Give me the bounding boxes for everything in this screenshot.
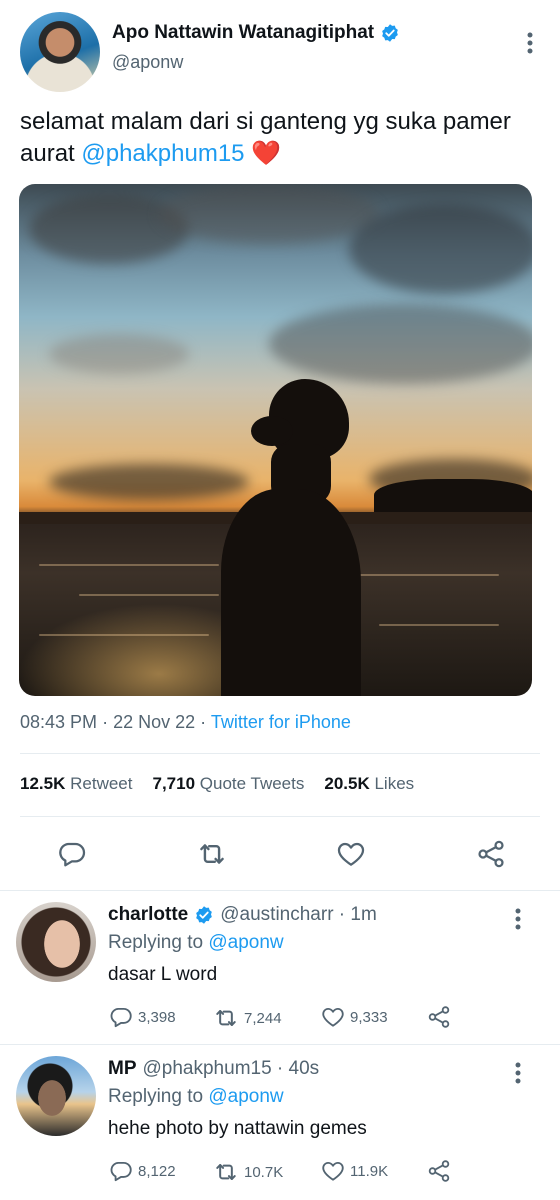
reply-text: dasar L word [108,964,218,985]
quotes-stat[interactable]: 7,710 Quote Tweets [152,774,304,794]
tweet-source-link[interactable]: Twitter for iPhone [211,712,351,732]
share-icon [428,1006,450,1028]
author-avatar[interactable] [20,12,100,92]
tweet-meta: 08:43 PM · 22 Nov 22 · Twitter for iPhon… [20,712,351,733]
retweet-button[interactable]: 7,244 [212,1004,282,1032]
tweet-text: selamat malam dari si ganteng yg suka pa… [20,106,540,170]
author-handle[interactable]: @aponw [112,52,183,73]
tweet-photo[interactable] [19,184,532,696]
tweet-mention-link[interactable]: @phakphum15 [81,140,244,167]
verified-badge-icon [196,906,213,924]
share-icon[interactable] [473,836,509,872]
verified-badge-icon [382,24,398,42]
reply-action-bar: 8,122 10.7K 11.9K [108,1158,458,1186]
retweet-icon [216,1164,236,1180]
tweet-action-bar [54,836,509,872]
reply-count: 3,398 [138,1008,176,1026]
reply-text: hehe photo by nattawin gemes [108,1118,367,1139]
tweet-stats: 12.5K Retweet 7,710 Quote Tweets 20.5K L… [20,774,414,794]
share-button[interactable] [426,1004,452,1030]
retweet-icon[interactable] [194,836,230,872]
author-name-row[interactable]: Apo Nattawin Watanagitiphat [112,22,400,44]
reply-handle-time[interactable]: @phakphum15 · 40s [143,1058,320,1080]
meta-separator: · [200,712,207,732]
reply-author-name[interactable]: MP [108,1058,137,1080]
retweet-icon [216,1010,236,1026]
reply-count: 8,122 [138,1162,176,1180]
likes-stat[interactable]: 20.5K Likes [324,774,414,794]
reply-avatar[interactable] [16,1056,96,1136]
reply-item[interactable]: charlotte @austincharr · 1m Replying to … [0,892,560,1044]
divider [0,1044,560,1045]
share-icon [428,1160,450,1182]
tweet-time[interactable]: 08:43 PM [20,712,97,732]
reply-icon[interactable] [54,836,90,872]
tweet-date[interactable]: 22 Nov 22 [113,712,195,732]
like-button[interactable]: 11.9K [320,1158,388,1184]
like-icon [322,1161,344,1181]
share-button[interactable] [426,1158,452,1184]
retweet-count: 7,244 [244,1009,282,1027]
more-options-icon[interactable] [508,906,528,932]
replying-to-mention[interactable]: @aponw [208,932,283,953]
heart-emoji: ❤️ [251,140,282,167]
divider [0,890,560,891]
reply-avatar[interactable] [16,902,96,982]
retweet-count: 10.7K [244,1163,284,1181]
reply-action-bar: 3,398 7,244 9,333 [108,1004,458,1032]
reply-header: MP @phakphum15 · 40s [108,1058,319,1080]
meta-separator: · [102,712,109,732]
reply-icon [110,1161,132,1182]
replying-to-mention[interactable]: @aponw [208,1086,283,1107]
retweet-button[interactable]: 10.7K [212,1158,283,1186]
replying-to: Replying to @aponw [108,932,284,954]
tweet-author-header: Apo Nattawin Watanagitiphat @aponw [20,12,540,96]
more-options-icon[interactable] [520,30,540,56]
like-count: 11.9K [350,1162,389,1180]
reply-button[interactable]: 3,398 [108,1004,176,1030]
divider [20,753,540,754]
like-icon[interactable] [333,836,369,872]
reply-item[interactable]: MP @phakphum15 · 40s Replying to @aponw … [0,1046,560,1198]
author-name[interactable]: Apo Nattawin Watanagitiphat [112,22,374,44]
retweets-stat[interactable]: 12.5K Retweet [20,774,132,794]
replying-prefix: Replying to [108,932,204,953]
like-button[interactable]: 9,333 [320,1004,388,1030]
like-icon [322,1007,344,1027]
like-count: 9,333 [350,1008,388,1026]
reply-author-name[interactable]: charlotte [108,904,188,926]
divider [20,816,540,817]
reply-handle-time[interactable]: @austincharr · 1m [220,904,377,926]
reply-icon [110,1007,132,1028]
replying-prefix: Replying to [108,1086,204,1107]
reply-button[interactable]: 8,122 [108,1158,176,1184]
more-options-icon[interactable] [508,1060,528,1086]
reply-header: charlotte @austincharr · 1m [108,904,377,926]
replying-to: Replying to @aponw [108,1086,284,1108]
